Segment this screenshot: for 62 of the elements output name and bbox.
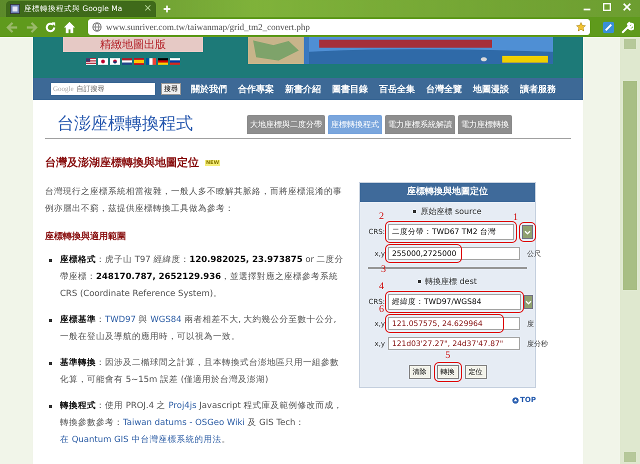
panel-title: 座標轉換與地圖定位 bbox=[360, 183, 535, 202]
extension-icon[interactable] bbox=[602, 20, 615, 34]
wrench-icon[interactable] bbox=[621, 20, 634, 34]
annotation-number: 2 bbox=[379, 212, 384, 222]
page-tab[interactable]: 大地座標與二度分帶 bbox=[247, 115, 325, 134]
bullet-icon bbox=[49, 405, 52, 408]
address-bar[interactable]: www.sunriver.com.tw/taiwanmap/grid_tm2_convert.php bbox=[88, 19, 590, 35]
flag-icon[interactable] bbox=[122, 58, 132, 65]
flag-icon[interactable] bbox=[86, 58, 96, 65]
nav-link[interactable]: 新書介紹 bbox=[285, 82, 321, 96]
bullet-text: 基準轉換：因涉及二橢球間之計算，且本轉換式台澎地區只用一組參數化算，可能會有 5~15m 誤差 (僅適用於台灣及澎湖) bbox=[60, 356, 340, 387]
section-heading: 台灣及澎湖座標轉換與地圖定位 bbox=[45, 155, 199, 170]
flag-icon[interactable] bbox=[110, 58, 120, 65]
annotation-number: 5 bbox=[445, 351, 450, 361]
page-tab[interactable]: 電力座標轉換 bbox=[458, 115, 512, 134]
globe-icon bbox=[92, 22, 102, 32]
annotation-number: 3 bbox=[381, 265, 386, 275]
bullet-icon bbox=[49, 259, 52, 262]
flag-icon[interactable] bbox=[158, 58, 168, 65]
nav-link[interactable]: 關於我們 bbox=[191, 82, 227, 96]
text-link[interactable]: 在 Quantum GIS 中台灣座標系統的用法 bbox=[60, 435, 222, 445]
annotation-outline bbox=[434, 362, 462, 382]
subheading: 座標轉換與適用範圍 bbox=[45, 230, 127, 243]
flag-icon[interactable] bbox=[98, 58, 108, 65]
section-label: 原始座標 source bbox=[420, 206, 482, 217]
section-label: 轉換座標 dest bbox=[425, 276, 477, 287]
nav-link[interactable]: 圖書目錄 bbox=[332, 82, 368, 96]
bullet-icon bbox=[418, 280, 422, 283]
intro-paragraph: 台灣現行之座標系統相當複雜，一般人多不瞭解其脈絡，而將座標混淆的事例亦層出不窮，茲提供座標轉換工具做為參考： bbox=[45, 186, 343, 216]
nav-link[interactable]: 地圖漫談 bbox=[473, 82, 509, 96]
up-arrow-icon bbox=[512, 396, 520, 404]
bullet-icon bbox=[49, 319, 52, 322]
close-icon[interactable] bbox=[622, 2, 632, 12]
text-link[interactable]: WGS84 bbox=[150, 315, 182, 325]
home-icon[interactable] bbox=[63, 20, 76, 34]
page-icon bbox=[10, 4, 20, 14]
nav-link[interactable]: 合作專案 bbox=[238, 82, 274, 96]
annotation-number: 1 bbox=[513, 213, 518, 223]
text-link[interactable]: TWD97 bbox=[105, 315, 136, 325]
nav-link[interactable]: 讀者服務 bbox=[520, 82, 556, 96]
bullet-text: 座標格式：虎子山 T97 經緯度：120.982025, 23.973875 or 二度分帶座標：248170.787, 2652129.936，並選擇對應之座標參考系統 CRS (Coordinate Reference System)。 bbox=[60, 254, 345, 301]
text-link[interactable]: Proj4js bbox=[168, 401, 196, 411]
bullet-text: 轉換程式：使用 PROJ.4 之 Proj4js Javascript 程式庫及範例修改而成，轉換參數參考：Taiwan datums - OSGeo Wiki 及 GIS Tech： 在 Quantum GIS 中台灣座標系統的用法。 bbox=[60, 400, 344, 447]
tab-close-button[interactable]: × bbox=[144, 4, 152, 14]
annotation-outline bbox=[519, 222, 536, 242]
nav-link[interactable]: 台灣全覽 bbox=[426, 82, 462, 96]
page-title: 台澎座標轉換程式 bbox=[57, 113, 194, 135]
text-link[interactable]: Taiwan datums - OSGeo Wiki bbox=[123, 418, 245, 428]
maximize-icon[interactable] bbox=[602, 2, 612, 12]
page-tab[interactable]: 電力座標系統解讀 bbox=[385, 115, 455, 134]
reload-icon[interactable] bbox=[44, 20, 57, 34]
bullet-icon bbox=[49, 362, 52, 365]
publisher-banner[interactable]: 精緻地圖出版 bbox=[63, 37, 203, 52]
new-tab-icon[interactable] bbox=[162, 4, 172, 14]
annotation-number: 6 bbox=[379, 305, 384, 315]
annotation-number: 4 bbox=[379, 282, 384, 292]
flag-icon[interactable] bbox=[146, 58, 156, 65]
bullet-icon bbox=[413, 210, 416, 213]
flag-icon[interactable] bbox=[170, 58, 180, 65]
nav-link[interactable]: 百岳全集 bbox=[379, 82, 415, 96]
star-icon[interactable] bbox=[576, 22, 586, 32]
bullet-text: 座標基準：TWD97 與 WGS84 兩者相差不大, 大約幾公分至數十公分, 一般在登山及導航的應用時，可以視為一致。 bbox=[60, 314, 338, 344]
